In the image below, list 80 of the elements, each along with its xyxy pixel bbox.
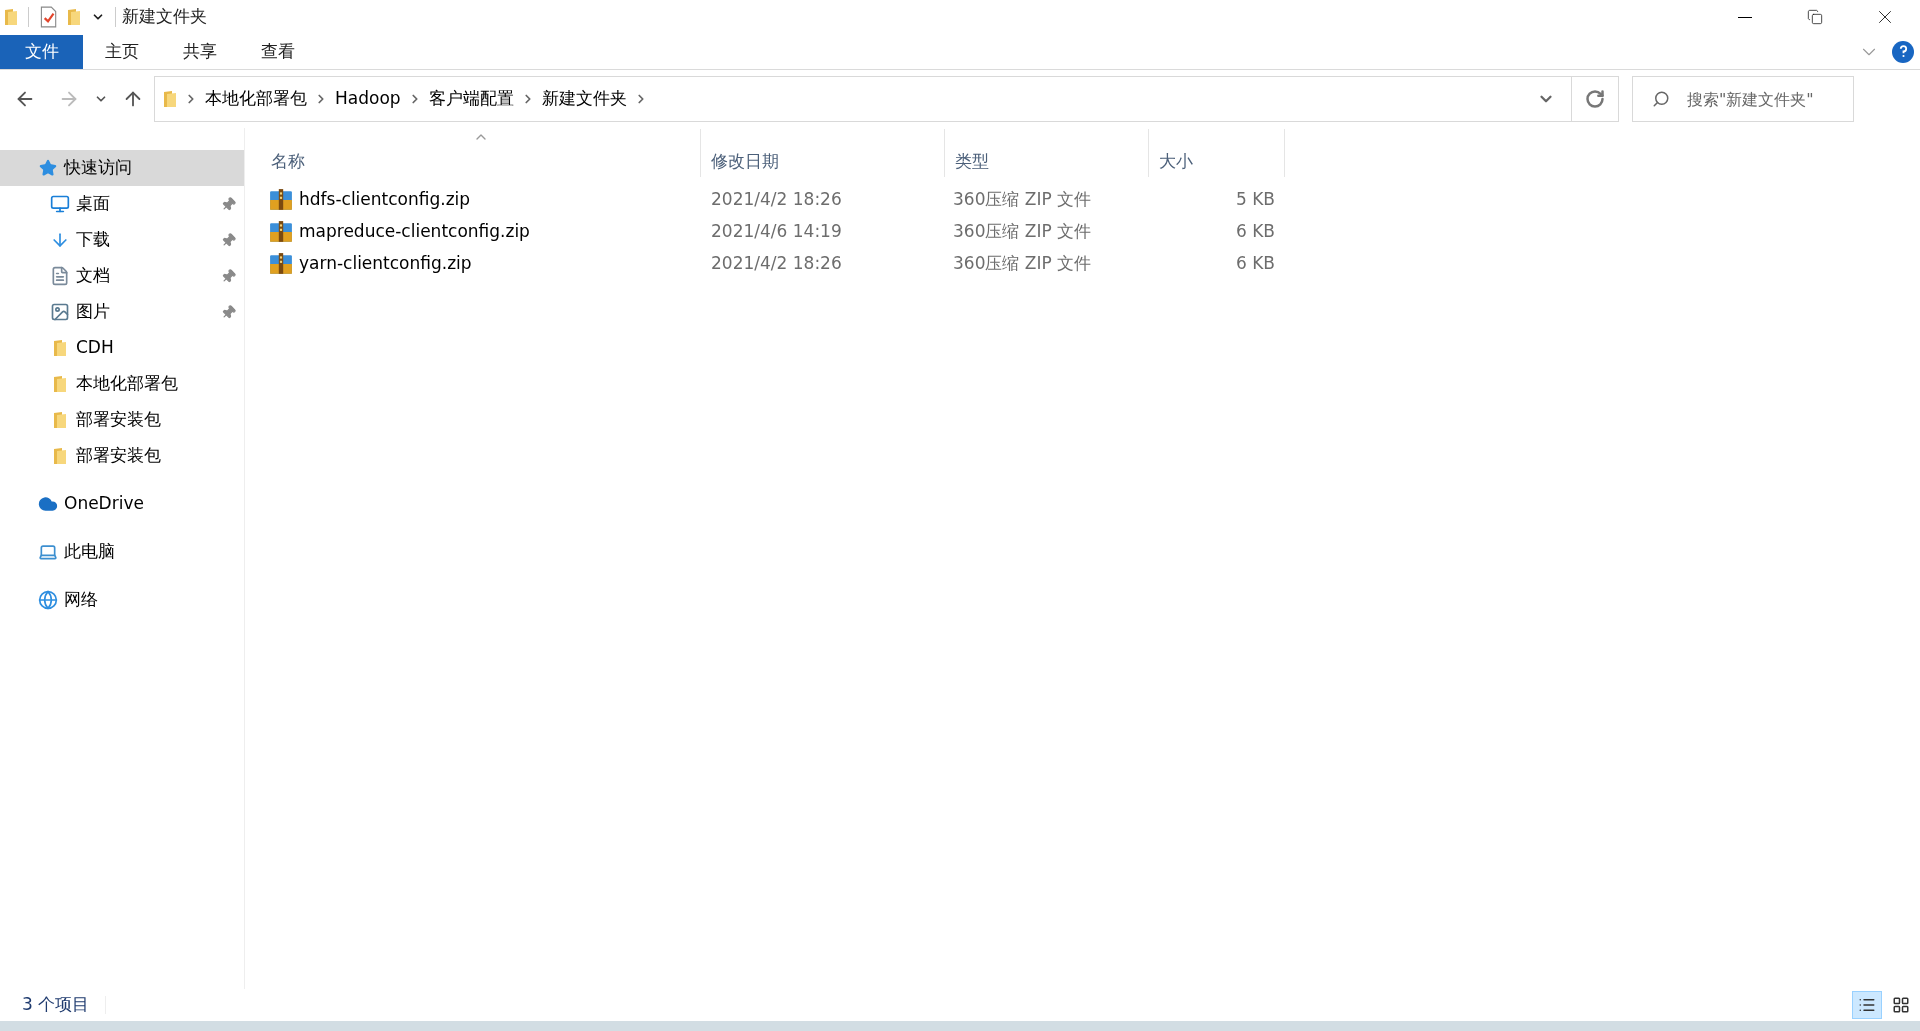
modified-date: 2021/4/6 14:19 xyxy=(710,220,843,244)
sidebar-label: 桌面 xyxy=(76,192,111,216)
modified-date: 2021/4/2 18:26 xyxy=(710,252,843,276)
ribbon-tab[interactable]: 查看 xyxy=(239,34,317,69)
address-bar[interactable]: 本地化部署包 Hadoop 客户端配置 新建文件夹 xyxy=(154,76,1619,122)
folder-icon xyxy=(53,339,67,357)
breadcrumb[interactable]: 本地化部署包 xyxy=(205,86,307,112)
file-size: 6 KB xyxy=(1234,220,1276,244)
details-view-button[interactable] xyxy=(1852,991,1882,1019)
sidebar-item[interactable]: OneDrive xyxy=(0,486,244,522)
help-icon[interactable] xyxy=(1892,40,1914,63)
search-icon xyxy=(1652,90,1670,108)
folder-icon xyxy=(53,375,67,393)
sidebar-item[interactable]: 桌面 xyxy=(0,186,244,222)
network-icon xyxy=(38,590,58,610)
column-header[interactable]: 类型 xyxy=(945,129,1149,177)
file-row[interactable]: mapreduce-clientconfig.zip 2021/4/6 14:19 360压缩 ZIP 文件 6 KB xyxy=(261,216,1920,248)
sidebar-label: 快速访问 xyxy=(64,156,133,180)
picture-icon xyxy=(50,302,70,322)
column-header[interactable]: 名称 xyxy=(261,129,701,177)
column-header[interactable]: 修改日期 xyxy=(701,129,945,177)
folder-icon xyxy=(67,7,81,27)
folder-icon xyxy=(4,7,18,27)
sidebar-label: 图片 xyxy=(76,300,111,324)
sidebar-label: 文档 xyxy=(76,264,111,288)
file-size: 6 KB xyxy=(1234,252,1276,276)
ribbon-tab[interactable]: 主页 xyxy=(83,34,161,69)
sidebar-item[interactable]: 此电脑 xyxy=(0,534,244,570)
file-row[interactable]: yarn-clientconfig.zip 2021/4/2 18:26 360压缩 ZIP 文件 6 KB xyxy=(261,248,1920,280)
document-icon xyxy=(50,266,70,286)
item-count: 3 个项目 xyxy=(22,993,90,1017)
modified-date: 2021/4/2 18:26 xyxy=(710,188,843,212)
sidebar-label: 网络 xyxy=(64,588,99,612)
ribbon-tab[interactable]: 共享 xyxy=(161,34,239,69)
file-type: 360压缩 ZIP 文件 xyxy=(952,220,1093,244)
sidebar-item[interactable]: 文档 xyxy=(0,258,244,294)
checklist-icon[interactable] xyxy=(39,6,57,28)
sidebar-label: CDH xyxy=(76,336,115,360)
sidebar-label: 此电脑 xyxy=(64,540,116,564)
sidebar-label: 本地化部署包 xyxy=(76,372,179,396)
zip-archive-icon xyxy=(269,189,293,211)
zip-archive-icon xyxy=(269,221,293,243)
folder-icon xyxy=(163,90,177,108)
sidebar-label: 下载 xyxy=(76,228,111,252)
sidebar-item[interactable]: 部署安装包 xyxy=(0,438,244,474)
breadcrumb[interactable]: 客户端配置 xyxy=(428,86,514,112)
sidebar-item[interactable]: CDH xyxy=(0,330,244,366)
breadcrumb[interactable]: 新建文件夹 xyxy=(541,86,627,112)
cloud-icon xyxy=(38,494,58,514)
file-type: 360压缩 ZIP 文件 xyxy=(952,188,1093,212)
file-name: mapreduce-clientconfig.zip xyxy=(299,220,530,244)
list-icon xyxy=(1858,996,1876,1014)
sidebar-label: 部署安装包 xyxy=(76,444,162,468)
file-name: yarn-clientconfig.zip xyxy=(299,252,472,276)
sidebar-item[interactable]: 网络 xyxy=(0,582,244,618)
sidebar-label: 部署安装包 xyxy=(76,408,162,432)
file-size: 5 KB xyxy=(1234,188,1276,212)
zip-archive-icon xyxy=(269,253,293,275)
window-title: 新建文件夹 xyxy=(122,5,207,29)
sidebar-item[interactable]: 部署安装包 xyxy=(0,402,244,438)
column-header[interactable]: 大小 xyxy=(1149,129,1285,177)
file-row[interactable]: hdfs-clientconfig.zip 2021/4/2 18:26 360压缩 ZIP 文件 5 KB xyxy=(261,184,1920,216)
folder-icon xyxy=(53,447,67,465)
restore-icon xyxy=(1807,9,1823,25)
monitor-icon xyxy=(50,194,70,214)
breadcrumb[interactable]: Hadoop xyxy=(335,86,401,112)
file-type: 360压缩 ZIP 文件 xyxy=(952,252,1093,276)
sidebar-item[interactable]: 本地化部署包 xyxy=(0,366,244,402)
minimize-icon xyxy=(1738,16,1752,18)
computer-icon xyxy=(38,542,58,562)
sidebar-item[interactable]: 快速访问 xyxy=(0,150,244,186)
star-icon xyxy=(39,159,57,177)
grid-icon xyxy=(1892,996,1910,1014)
search-field[interactable]: 搜索"新建文件夹" xyxy=(1632,76,1854,122)
sidebar-item[interactable]: 图片 xyxy=(0,294,244,330)
file-name: hdfs-clientconfig.zip xyxy=(299,188,471,212)
sidebar-item[interactable]: 下载 xyxy=(0,222,244,258)
refresh-icon[interactable] xyxy=(1585,89,1605,109)
sidebar-label: OneDrive xyxy=(64,492,145,516)
folder-icon xyxy=(53,411,67,429)
